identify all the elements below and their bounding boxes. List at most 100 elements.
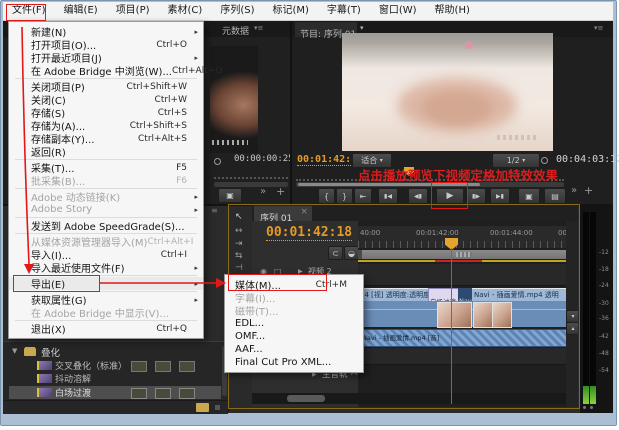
panel-menu-icon[interactable]: ▾≡ <box>254 24 263 32</box>
submenu-item-omf[interactable]: OMF... <box>225 330 363 343</box>
video-clip-a-label[interactable]: p4 [视] 透明度:透明度 ▾ <box>360 290 436 300</box>
menu-title[interactable]: 字幕(T) <box>318 2 370 20</box>
transition-icon <box>37 388 52 397</box>
meter-dot <box>590 406 593 409</box>
submenu-item-aaf[interactable]: AAF... <box>225 343 363 356</box>
meter-label: -24 <box>599 282 609 289</box>
rolling-edit-tool[interactable]: ⇆ <box>235 251 243 261</box>
audio-clip[interactable]: Navi - 插画爱情.mp4 [音] <box>358 329 568 347</box>
menu-item-import-recent[interactable]: 导入最近使用文件(F)▸ <box>9 261 203 274</box>
menu-item-export[interactable]: 导出(E)▸ <box>9 277 203 290</box>
timeline-tab-close-icon[interactable]: × <box>300 207 308 217</box>
zoom-dropdown-arrow-icon: ▾ <box>522 157 525 164</box>
timeline-vscroll[interactable]: ▾ ▴ <box>566 221 578 407</box>
menu-window[interactable]: 窗口(W) <box>370 2 426 20</box>
effect-item-cross-dissolve[interactable]: 交叉叠化（标准） <box>55 359 127 372</box>
menu-file[interactable]: 文件(F) <box>3 2 55 20</box>
menu-item-dynamic-link[interactable]: Adobe 动态链接(K)▸ <box>9 190 203 203</box>
program-tab-dropdown-icon[interactable]: ▾ <box>360 24 364 32</box>
work-area-grip[interactable] <box>456 252 472 257</box>
audio-meter-bar-right <box>590 212 596 404</box>
menu-shortcut: Ctrl+Q <box>156 324 197 334</box>
audio-clip-label: Navi - 插画爱情.mp4 [音] <box>362 332 439 342</box>
menu-project[interactable]: 项目(P) <box>107 2 159 20</box>
menu-shortcut: F5 <box>176 163 197 173</box>
menu-item-adobe-story[interactable]: Adobe Story▸ <box>9 203 203 216</box>
audio-meter-panel: -12 -18 -24 -30 -36 -42 -48 -54 <box>580 204 613 413</box>
audio-meter-level-right <box>590 386 596 404</box>
mark-out-button[interactable]: } <box>336 188 353 204</box>
new-bin-icon[interactable] <box>196 403 209 412</box>
menu-item-label: 发送到 Adobe SpeedGrade(S)... <box>31 218 185 233</box>
track-select-tool[interactable]: ↔ <box>235 226 243 236</box>
menu-marker[interactable]: 标记(M) <box>263 2 317 20</box>
mark-in-button[interactable]: { <box>318 188 335 204</box>
program-panel-menu-icon[interactable]: ▾≡ <box>594 24 603 32</box>
lift-button[interactable]: ▣ <box>518 188 540 204</box>
source-mini-ruler <box>214 175 288 179</box>
video-track-2-row[interactable] <box>358 264 566 286</box>
vscroll-up-button[interactable]: ▴ <box>566 322 578 335</box>
timeline-ruler[interactable]: 40:00 00:01:42:00 00:01:44:00 00:01:46:0… <box>358 226 566 248</box>
effect-item-dither-dissolve[interactable]: 抖动溶解 <box>55 372 91 385</box>
video-clip-b-label[interactable]: Navi - 插画爱情.mp4 透明 <box>474 290 559 300</box>
timeline-hscroll[interactable] <box>252 393 566 404</box>
menu-item-send-to-speedgrade[interactable]: 发送到 Adobe SpeedGrade(S)... <box>9 219 203 232</box>
timeline-tab[interactable]: 序列 01 × <box>254 206 312 221</box>
meter-label: -12 <box>599 249 609 256</box>
menu-item-revert[interactable]: 返回(R) <box>9 145 203 158</box>
extract-button[interactable]: ▤ <box>544 188 566 204</box>
submenu-item-tape[interactable]: 磁带(T)... <box>225 304 363 317</box>
go-to-in-button[interactable]: ⇤ <box>354 188 372 204</box>
timeline-timecode[interactable]: 00:01:42:18 <box>266 225 352 241</box>
menu-item-label: Final Cut Pro XML... <box>235 357 331 368</box>
submenu-item-fcp-xml[interactable]: Final Cut Pro XML... <box>225 356 363 369</box>
go-to-out-button[interactable]: ▶▮ <box>490 188 510 204</box>
program-add-icon[interactable]: + <box>584 184 593 197</box>
video-hands-blob2 <box>422 91 492 125</box>
play-in-out-button[interactable]: ◀▮ <box>408 188 428 204</box>
settings-button[interactable]: ◒ <box>344 246 359 260</box>
audio-track-2-row[interactable] <box>358 348 566 365</box>
effects-folder-label[interactable]: 叠化 <box>41 345 60 359</box>
video-clip-b-head[interactable]: Nav <box>458 288 472 301</box>
step-back-button[interactable]: ▮◀ <box>378 188 398 204</box>
delete-icon[interactable] <box>215 405 220 410</box>
meter-label: -48 <box>599 350 609 357</box>
source-add-icon[interactable]: + <box>276 185 285 198</box>
menu-item-label: 导出(E) <box>31 276 65 291</box>
program-more-icon[interactable]: » <box>571 185 577 196</box>
effect-item-white-flash[interactable]: 白场过渡 <box>55 386 91 399</box>
ripple-edit-tool[interactable]: ⇥ <box>235 239 243 249</box>
menu-item-label: 在 Adobe Bridge 中浏览(W)... <box>31 63 172 78</box>
audio-meter-level-left <box>583 386 589 404</box>
meter-label: -42 <box>599 333 609 340</box>
source-more-icon[interactable]: » <box>260 186 266 197</box>
menu-item-batch-capture[interactable]: 批采集(B)...F6 <box>9 174 203 187</box>
menu-item-browse-in-bridge[interactable]: 在 Adobe Bridge 中浏览(W)...Ctrl+Alt+O <box>9 64 203 77</box>
submenu-item-edl[interactable]: EDL... <box>225 317 363 330</box>
step-forward-button[interactable]: ▮▶ <box>466 188 486 204</box>
hscroll-thumb[interactable] <box>287 395 325 402</box>
go-to-out-icon: ▶▮ <box>496 193 504 200</box>
menu-edit[interactable]: 编辑(E) <box>55 2 107 20</box>
folder-twirl-icon[interactable]: ▼ <box>12 347 17 355</box>
rate-stretch-tool[interactable]: ⊣ <box>235 263 243 273</box>
tab-metadata[interactable]: 元数据 <box>222 24 249 37</box>
menu-help[interactable]: 帮助(H) <box>426 2 479 20</box>
menu-shortcut: F6 <box>176 176 197 186</box>
scroll-down-icon: ▾ <box>571 313 574 320</box>
play-button[interactable]: ▶ <box>436 188 464 204</box>
menu-clip[interactable]: 素材(C) <box>159 2 212 20</box>
menu-sequence[interactable]: 序列(S) <box>211 2 263 20</box>
snap-button[interactable]: ⊂ <box>328 246 343 260</box>
audio-meter-bar-left <box>583 212 589 404</box>
source-export-frame-button[interactable]: ▣ <box>218 188 242 203</box>
lift-icon: ▣ <box>525 192 533 201</box>
video-track-1-row[interactable]: p4 [视] 透明度:透明度 ▾ 白场过渡 Nav Navi - 插画爱情.mp… <box>358 287 566 327</box>
selection-tool[interactable]: ↖ <box>235 212 243 222</box>
work-area-bar[interactable] <box>358 250 574 259</box>
tools-panel-menu-icon[interactable]: ≡ <box>211 206 218 215</box>
menu-item-exit[interactable]: 退出(X)Ctrl+Q <box>9 322 203 335</box>
menu-item-reveal-in-bridge[interactable]: 在 Adobe Bridge 中显示(V)... <box>9 306 203 319</box>
